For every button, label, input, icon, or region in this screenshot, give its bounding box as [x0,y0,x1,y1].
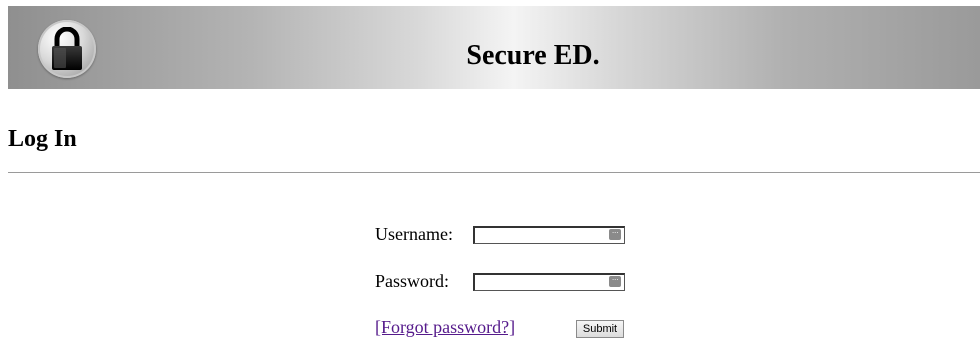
submit-button[interactable]: Submit [576,320,624,338]
page: Secure ED. Log In Username: ··· Password… [0,0,980,338]
header-banner: Secure ED. [8,6,980,89]
password-manager-icon[interactable]: ··· [609,276,621,287]
page-title: Log In [8,126,77,152]
username-field-wrap: ··· [473,226,625,244]
divider [8,172,980,173]
forgot-password-link[interactable]: [Forgot password?] [375,316,515,338]
username-label: Username: [375,224,453,244]
site-title: Secure ED. [466,40,600,71]
password-field-wrap: ··· [473,273,625,291]
password-input[interactable] [473,273,625,291]
password-label: Password: [375,271,450,291]
username-input[interactable] [473,226,625,244]
password-manager-icon[interactable]: ··· [609,229,621,240]
